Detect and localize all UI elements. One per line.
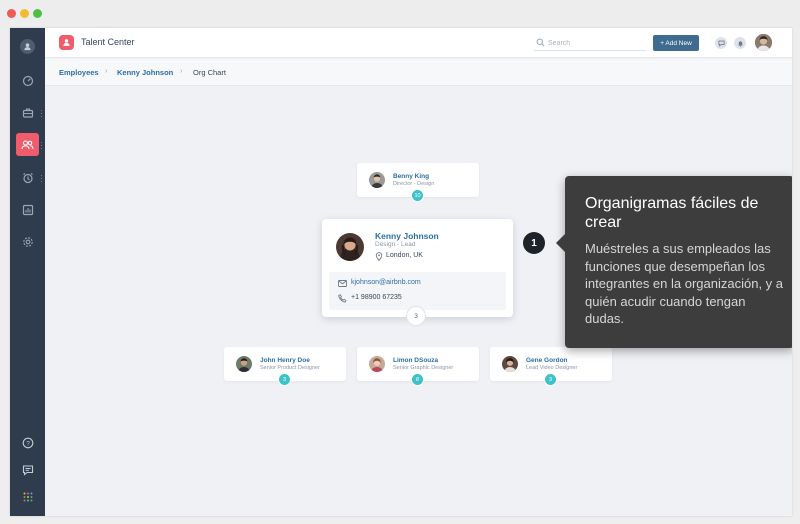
sidebar-item-reports[interactable] (16, 198, 39, 221)
sidebar-item-dashboard[interactable] (16, 69, 39, 92)
report-name: John Henry Doe (260, 357, 310, 364)
focus-email-link[interactable]: kjohnson@airbnb.com (351, 279, 421, 286)
report-role: Senior Product Designer (260, 365, 320, 371)
breadcrumb-separator-icon: › (180, 68, 183, 75)
search-box[interactable] (534, 35, 646, 51)
sidebar-item-help[interactable]: ? (16, 431, 39, 454)
sidebar-more-dots[interactable]: · · · (40, 139, 43, 153)
focus-role: Design - Lead (375, 241, 416, 248)
location-pin-icon (375, 252, 383, 261)
sidebar-item-jobs[interactable] (16, 101, 39, 124)
user-avatar[interactable] (755, 34, 772, 51)
manager-reports-count[interactable]: 10 (411, 189, 424, 202)
app-logo-icon[interactable] (59, 35, 74, 50)
report-count-badge[interactable]: 8 (411, 373, 424, 386)
sidebar-item-apps[interactable] (16, 485, 39, 508)
sidebar: · · · · · · · · · ? (10, 28, 45, 516)
avatar (236, 356, 252, 372)
mail-icon (338, 280, 347, 287)
breadcrumb-current: Org Chart (193, 68, 226, 77)
alarm-icon (22, 172, 33, 183)
avatar (336, 233, 364, 261)
add-new-button[interactable]: + Add New (653, 35, 699, 51)
messages-button[interactable] (715, 37, 727, 49)
search-icon (536, 38, 545, 47)
app-title: Talent Center (81, 37, 135, 47)
report-name: Limon DSouza (393, 357, 439, 364)
breadcrumb-employees-link[interactable]: Employees (59, 68, 99, 77)
sidebar-item-people[interactable] (16, 133, 39, 156)
callout-step-number: 1 (523, 232, 545, 254)
close-window-button[interactable] (7, 9, 16, 18)
tooltip-body: Muéstreles a sus empleados las funciones… (585, 241, 784, 326)
report-icon (22, 204, 33, 215)
report-role: Lead Video Designer (526, 365, 578, 371)
user-icon (20, 39, 35, 54)
focus-phone[interactable]: +1 98900 67235 (351, 294, 402, 301)
report-count-badge[interactable]: 3 (544, 373, 557, 386)
apps-grid-icon (23, 492, 32, 501)
notifications-button[interactable] (734, 37, 746, 49)
minimize-window-button[interactable] (20, 9, 29, 18)
breadcrumb-separator-icon: › (105, 68, 108, 75)
focus-location: London, UK (386, 252, 423, 259)
report-name: Gene Gordon (526, 357, 568, 364)
settings-icon (22, 236, 33, 247)
sidebar-item-settings[interactable] (16, 230, 39, 253)
svg-text:?: ? (26, 440, 30, 447)
manager-name: Benny King (393, 173, 430, 180)
bell-icon (737, 40, 743, 47)
search-input[interactable] (548, 37, 643, 49)
report-role: Senior Graphic Designer (393, 365, 454, 371)
focus-name: Kenny Johnson (375, 231, 439, 241)
manager-role: Director - Design (393, 181, 435, 187)
tooltip-title: Organigramas fáciles de crear (585, 195, 759, 231)
people-icon (21, 139, 34, 149)
org-card-focus[interactable]: Kenny Johnson Design - Lead London, UK k… (322, 219, 513, 317)
chat-bubble-icon (717, 40, 725, 47)
help-icon: ? (22, 437, 33, 448)
sidebar-item-messages[interactable] (16, 458, 39, 481)
breadcrumb-person-link[interactable]: Kenny Johnson (117, 68, 173, 77)
focus-reports-count[interactable]: 3 (406, 306, 426, 326)
chat-icon (22, 464, 33, 476)
sidebar-item-profile[interactable] (16, 35, 39, 58)
sidebar-item-time[interactable] (16, 166, 39, 189)
briefcase-icon (22, 107, 33, 118)
contact-panel: kjohnson@airbnb.com +1 98900 67235 (329, 272, 506, 310)
window-titlebar (0, 0, 800, 28)
avatar (502, 356, 518, 372)
feature-tooltip: Organigramas fáciles de crear Muéstreles… (556, 176, 792, 348)
dashboard-icon (22, 75, 33, 86)
sidebar-more-dots[interactable]: · · · (40, 107, 43, 121)
sidebar-more-dots[interactable]: · · · (40, 172, 43, 186)
breadcrumb: Employees › Kenny Johnson › Org Chart (45, 59, 792, 86)
report-count-badge[interactable]: 3 (278, 373, 291, 386)
maximize-window-button[interactable] (33, 9, 42, 18)
avatar (369, 356, 385, 372)
phone-icon (338, 294, 347, 303)
avatar (369, 172, 385, 188)
top-header: Talent Center + Add New (45, 28, 792, 58)
app-window: · · · · · · · · · ? Talent Center Search… (10, 28, 792, 516)
